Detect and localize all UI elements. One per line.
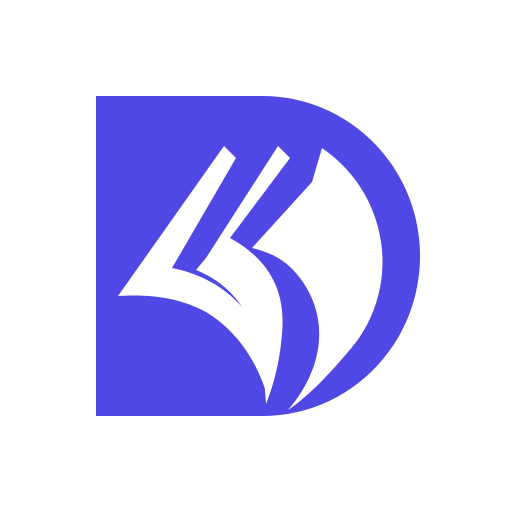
logo-canvas xyxy=(0,0,512,512)
book-d-logo-icon xyxy=(96,96,420,416)
